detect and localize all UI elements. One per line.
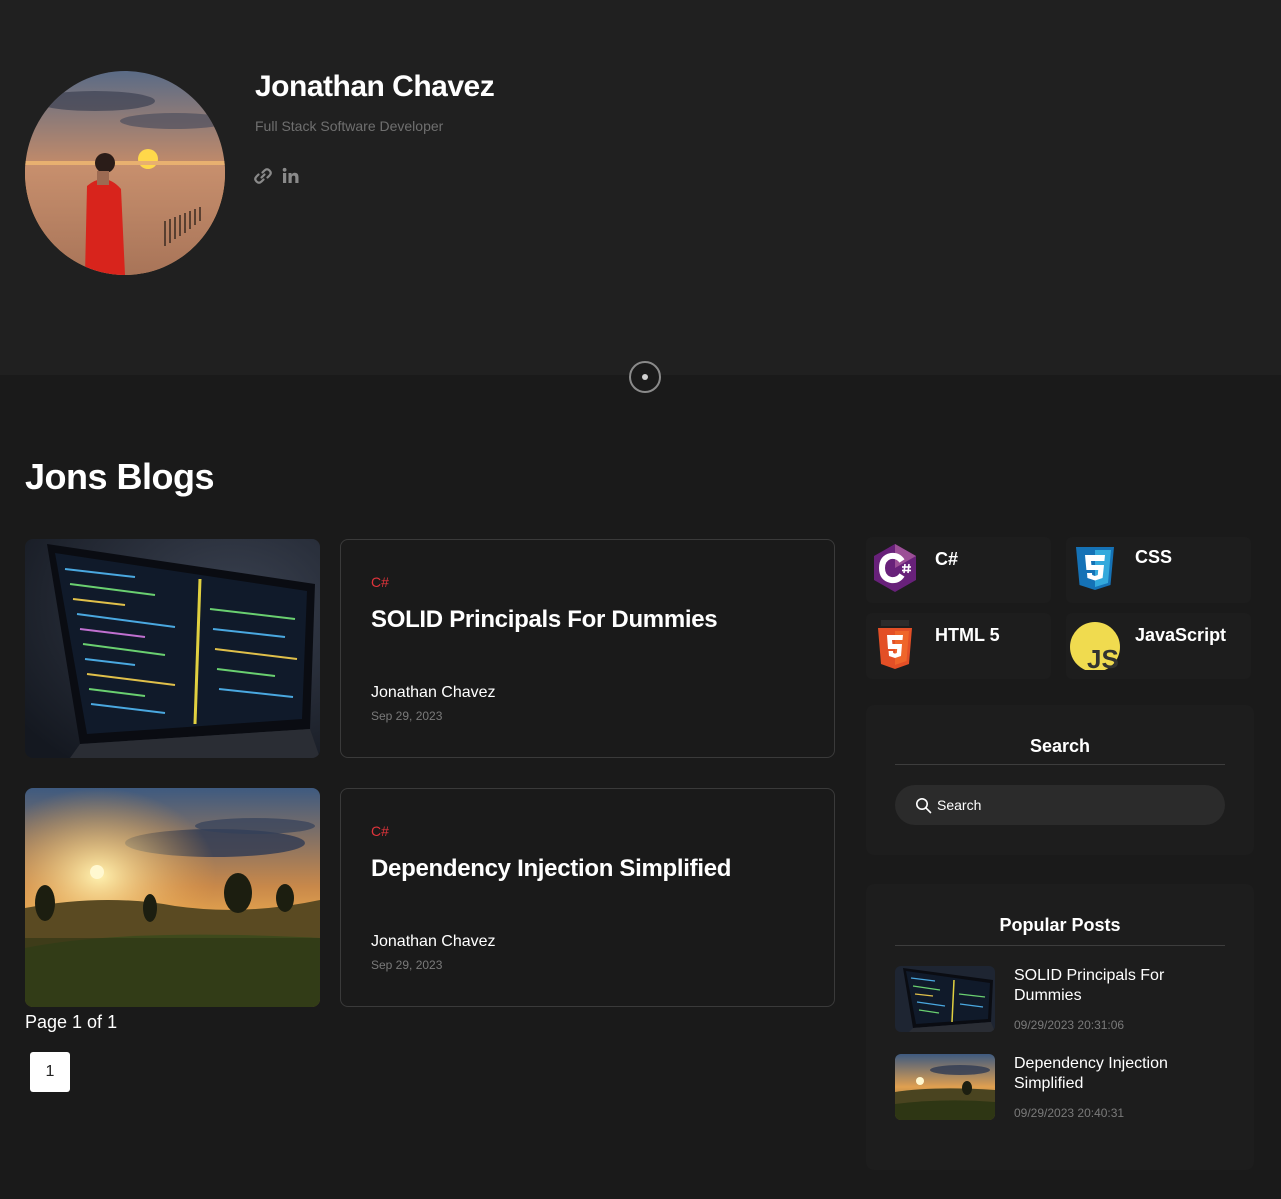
popular-post-item[interactable]: SOLID Principals For Dummies 09/29/2023 …	[895, 966, 1225, 1036]
sunrise-landscape-image[interactable]	[25, 788, 320, 1007]
search-input[interactable]	[937, 785, 1207, 825]
divider	[895, 764, 1225, 765]
profile-header: Jonathan Chavez Full Stack Software Deve…	[0, 0, 1281, 375]
page-button-1[interactable]: 1	[30, 1052, 70, 1092]
css3-icon	[1069, 542, 1121, 594]
profile-name: Jonathan Chavez	[255, 70, 495, 103]
svg-text:JS: JS	[1087, 644, 1119, 670]
search-icon	[915, 797, 932, 814]
popular-post-item[interactable]: Dependency Injection Simplified 09/29/20…	[895, 1054, 1225, 1124]
popular-post-thumbnail[interactable]	[895, 966, 995, 1032]
post-date: Sep 29, 2023	[371, 709, 443, 723]
social-links	[254, 166, 300, 186]
linkedin-icon[interactable]	[282, 166, 300, 186]
post-title[interactable]: Dependency Injection Simplified	[371, 855, 731, 883]
pagination-info: Page 1 of 1	[25, 1012, 118, 1032]
popular-posts-title: Popular Posts	[999, 915, 1121, 935]
post-author: Jonathan Chavez	[371, 684, 496, 701]
search-widget-title: Search	[1029, 736, 1091, 756]
link-icon[interactable]	[254, 166, 272, 186]
tag-csharp[interactable]: C#	[866, 537, 1051, 603]
tag-label: CSS	[1135, 547, 1173, 567]
javascript-icon: JS	[1069, 618, 1121, 674]
csharp-icon	[869, 542, 921, 594]
post-category[interactable]: C#	[371, 574, 389, 590]
tag-html5[interactable]: HTML 5	[866, 613, 1051, 679]
popular-posts-widget: Popular Posts SOLID Principals For Dummi…	[866, 884, 1254, 1170]
tag-label: HTML 5	[935, 625, 1000, 645]
divider	[895, 945, 1225, 946]
tag-label: C#	[935, 549, 959, 569]
post-category[interactable]: C#	[371, 823, 389, 839]
post-title[interactable]: SOLID Principals For Dummies	[371, 606, 718, 634]
tag-label: JavaScript	[1135, 625, 1227, 645]
search-box[interactable]	[895, 785, 1225, 825]
html5-icon	[869, 618, 921, 670]
popular-post-title[interactable]: Dependency Injection Simplified	[1014, 1054, 1214, 1094]
post-author: Jonathan Chavez	[371, 933, 496, 950]
popular-post-thumbnail[interactable]	[895, 1054, 995, 1120]
laptop-code-image[interactable]	[25, 539, 320, 758]
tag-css[interactable]: CSS	[1066, 537, 1251, 603]
scroll-down-button[interactable]	[629, 361, 661, 393]
popular-post-date: 09/29/2023 20:31:06	[1014, 1018, 1125, 1032]
popular-post-title[interactable]: SOLID Principals For Dummies	[1014, 966, 1214, 1006]
search-widget: Search	[866, 705, 1254, 855]
post-date: Sep 29, 2023	[371, 958, 443, 972]
profile-subtitle: Full Stack Software Developer	[255, 118, 444, 134]
post-card[interactable]: C# Dependency Injection Simplified Jonat…	[340, 788, 835, 1007]
popular-post-date: 09/29/2023 20:40:31	[1014, 1106, 1125, 1120]
blogs-heading: Jons Blogs	[25, 456, 215, 497]
tag-javascript[interactable]: JS JavaScript	[1066, 613, 1251, 679]
profile-avatar	[25, 71, 225, 275]
post-card[interactable]: C# SOLID Principals For Dummies Jonathan…	[340, 539, 835, 758]
